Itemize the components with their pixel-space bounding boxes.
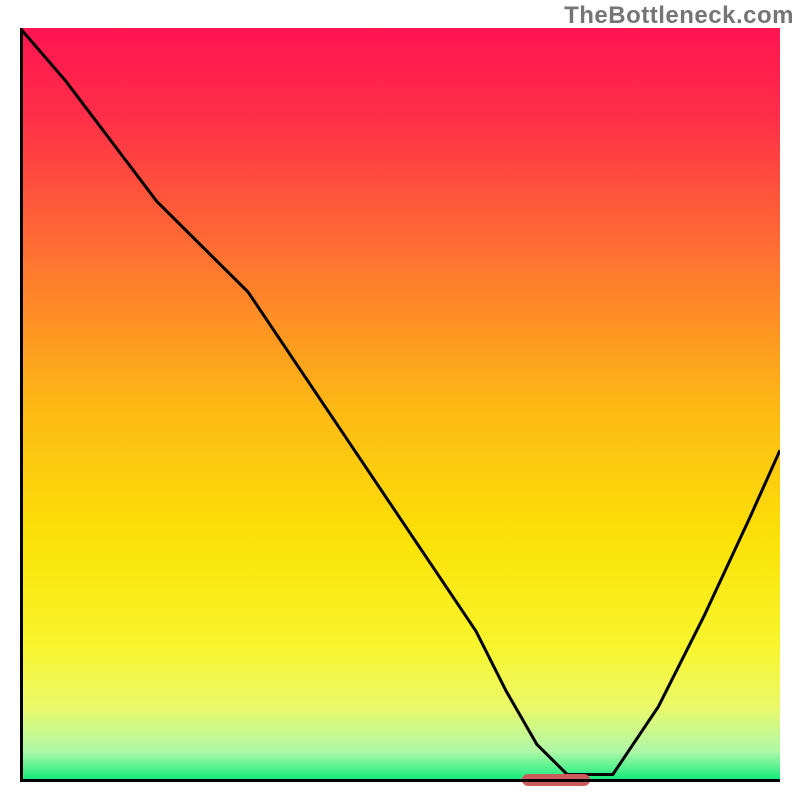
chart-canvas: TheBottleneck.com xyxy=(0,0,800,800)
plot-area xyxy=(20,28,780,782)
watermark-text: TheBottleneck.com xyxy=(564,2,794,30)
x-axis xyxy=(20,779,780,782)
gradient-rect xyxy=(20,28,780,782)
y-axis xyxy=(20,28,23,782)
plot-svg xyxy=(20,28,780,782)
